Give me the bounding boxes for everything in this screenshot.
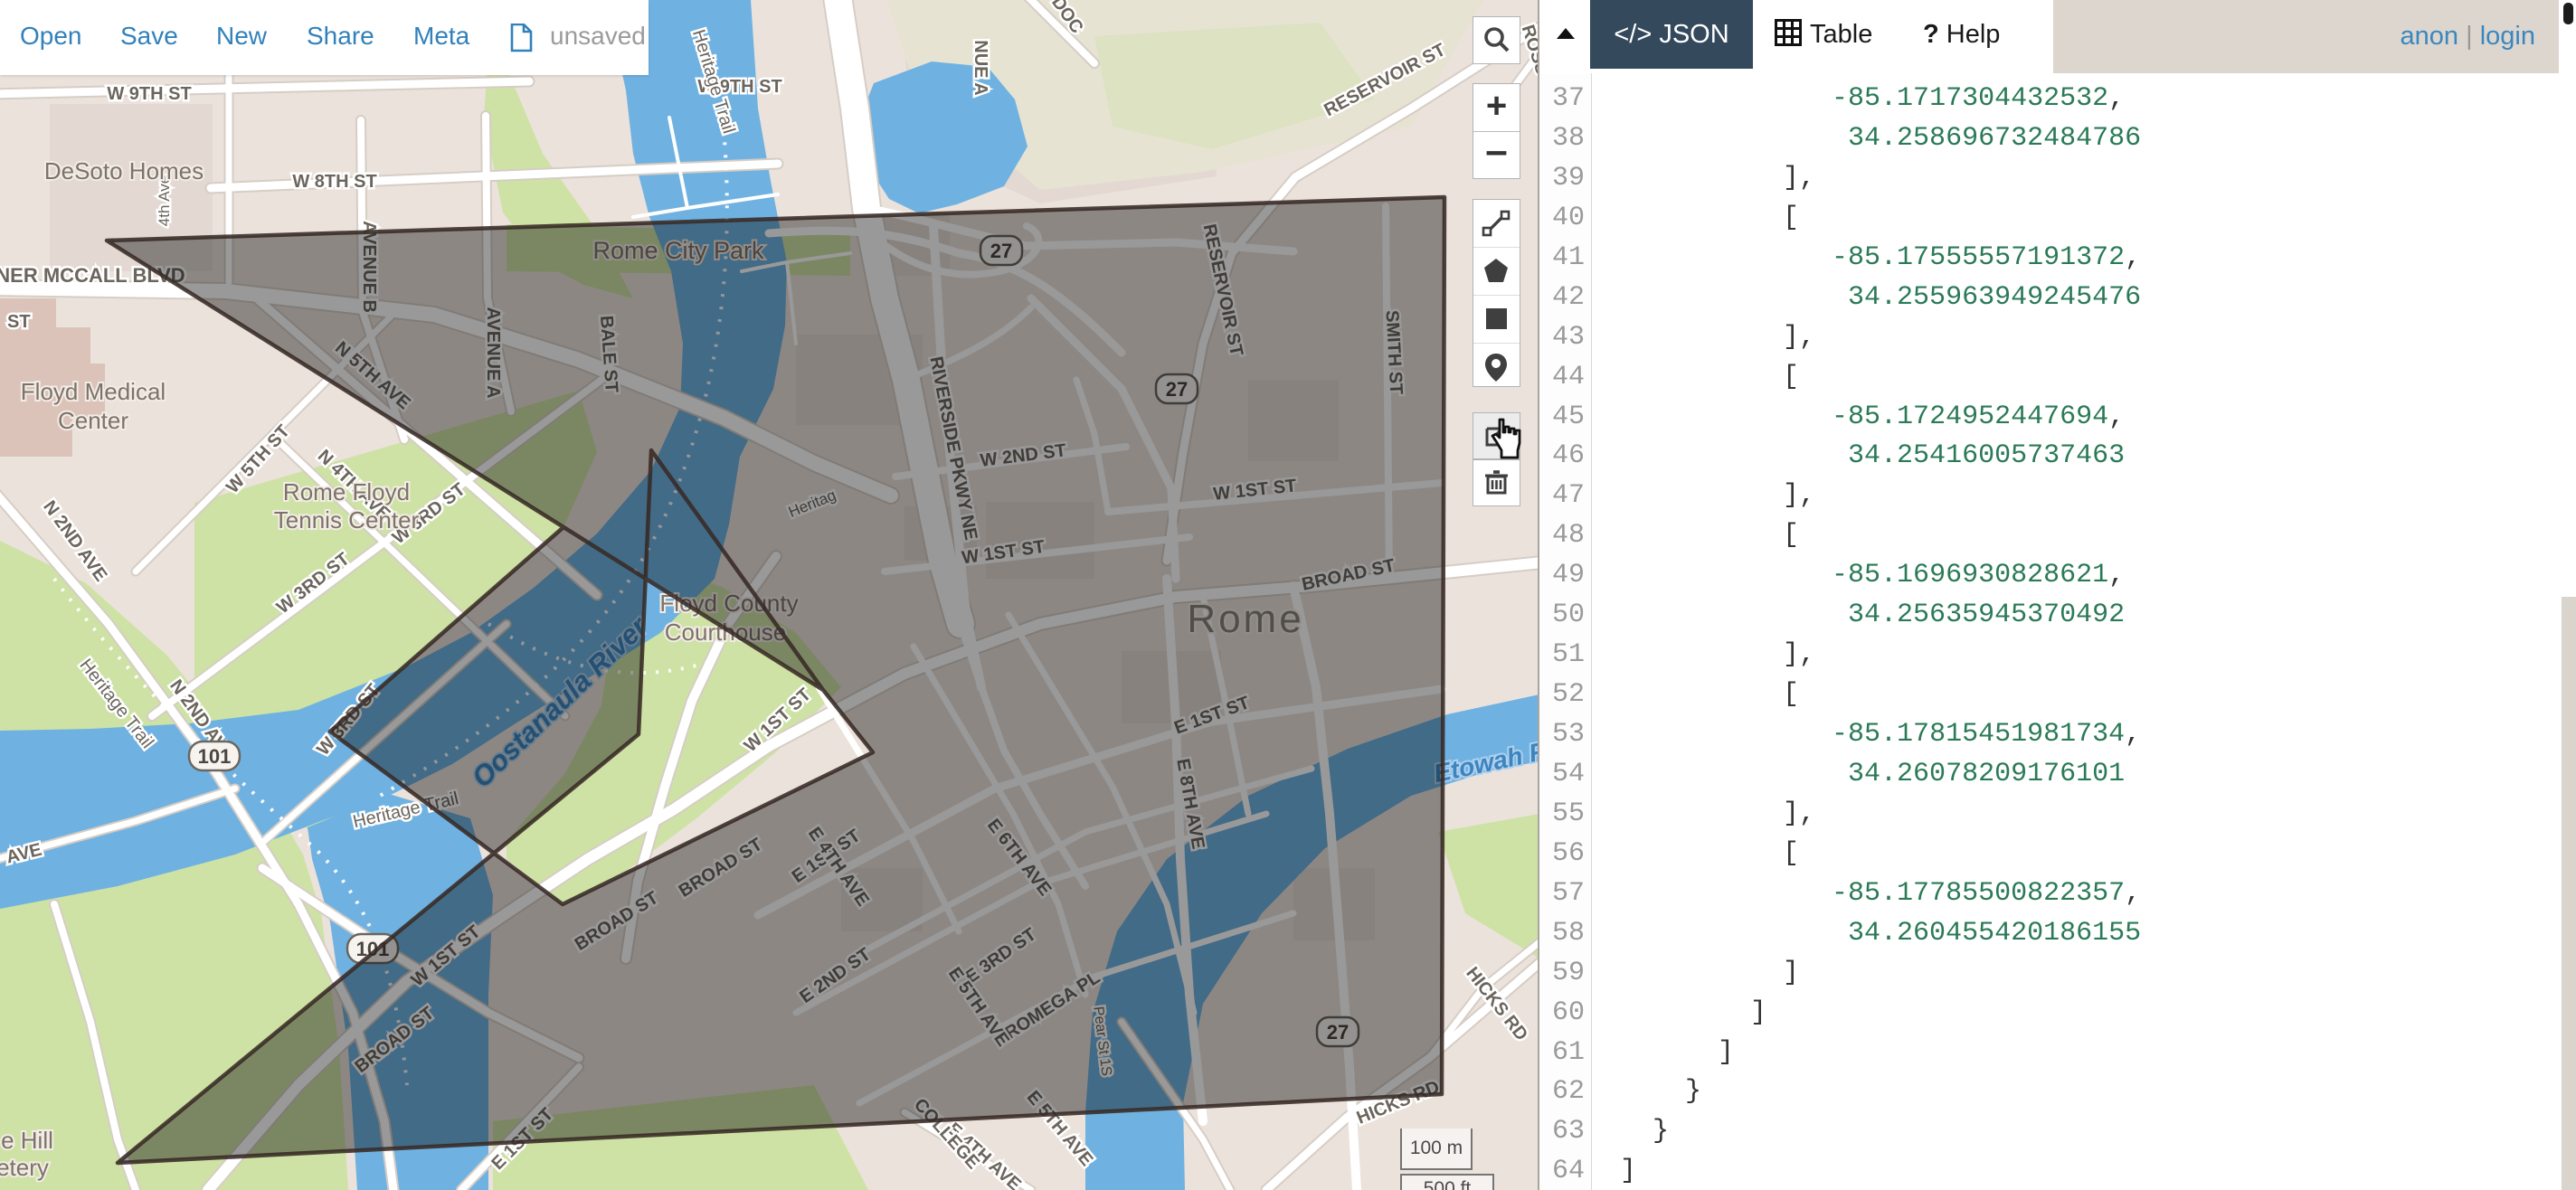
- svg-text:101: 101: [198, 745, 232, 768]
- svg-text:Tennis Center: Tennis Center: [274, 506, 420, 534]
- svg-text:etery: etery: [0, 1154, 49, 1181]
- svg-text:Rome Floyd: Rome Floyd: [283, 478, 410, 505]
- svg-text:W 8TH ST: W 8TH ST: [292, 172, 376, 192]
- svg-text:NUE A: NUE A: [971, 40, 990, 95]
- svg-text:W 9TH ST: W 9TH ST: [107, 84, 191, 104]
- svg-text:ST: ST: [7, 312, 31, 332]
- svg-text:e Hill: e Hill: [1, 1127, 53, 1154]
- svg-text:Floyd Medical: Floyd Medical: [21, 378, 166, 405]
- svg-text:DeSoto Homes: DeSoto Homes: [44, 157, 204, 184]
- svg-text:Center: Center: [58, 407, 128, 434]
